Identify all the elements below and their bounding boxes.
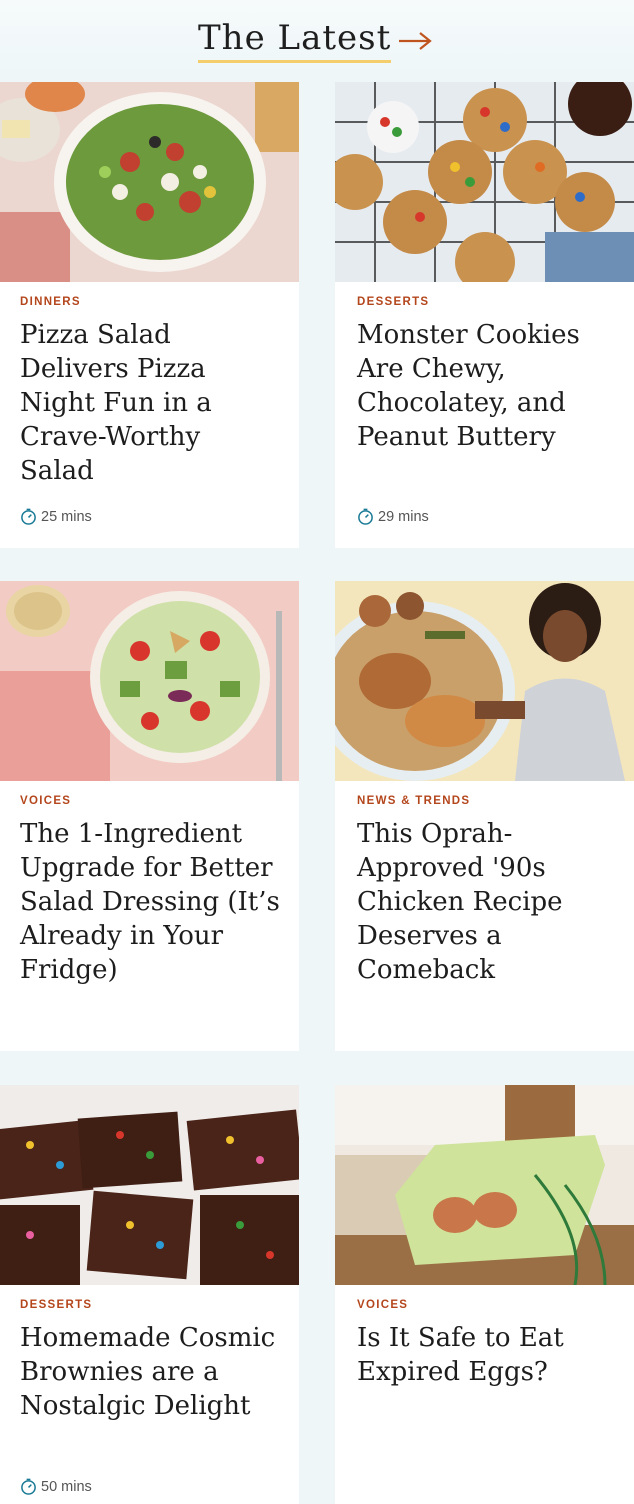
- cosmic-brownies-photo[interactable]: [0, 1085, 299, 1285]
- card-title[interactable]: The 1-Ingredient Upgrade for Better Sala…: [20, 817, 280, 987]
- cook-time: 29 mins: [357, 508, 429, 525]
- timer-icon: [21, 508, 36, 525]
- cook-time: 25 mins: [20, 508, 92, 525]
- article-card[interactable]: DINNERS Pizza Salad Delivers Pizza Night…: [0, 82, 299, 548]
- timer-icon: [21, 1478, 36, 1495]
- article-card[interactable]: DESSERTS Homemade Cosmic Brownies are a …: [0, 1085, 299, 1504]
- eggs-carton-photo[interactable]: [335, 1085, 634, 1285]
- article-card[interactable]: VOICES The 1-Ingredient Upgrade for Bett…: [0, 581, 299, 1051]
- cook-time-label: 29 mins: [378, 508, 429, 525]
- card-title[interactable]: Homemade Cosmic Brownies are a Nostalgic…: [20, 1321, 280, 1423]
- arrow-right-icon: [399, 31, 433, 50]
- card-category[interactable]: VOICES: [357, 1299, 408, 1311]
- card-title[interactable]: Is It Safe to Eat Expired Eggs?: [357, 1321, 617, 1389]
- cook-time: 50 mins: [20, 1478, 92, 1495]
- card-title[interactable]: This Oprah-Approved '90s Chicken Recipe …: [357, 817, 617, 987]
- card-category[interactable]: DESSERTS: [20, 1299, 92, 1311]
- article-card[interactable]: NEWS & TRENDS This Oprah-Approved '90s C…: [335, 581, 634, 1051]
- latest-page: The Latest DINNERS Pizza Salad Delivers …: [0, 0, 634, 1504]
- card-category[interactable]: NEWS & TRENDS: [357, 795, 470, 807]
- article-card[interactable]: DESSERTS Monster Cookies Are Chewy, Choc…: [335, 82, 634, 548]
- cook-time-label: 25 mins: [41, 508, 92, 525]
- monster-cookies-photo[interactable]: [335, 82, 634, 282]
- card-category[interactable]: DINNERS: [20, 296, 81, 308]
- card-category[interactable]: VOICES: [20, 795, 71, 807]
- section-header: The Latest: [0, 0, 634, 82]
- section-title: The Latest: [198, 18, 392, 63]
- card-category[interactable]: DESSERTS: [357, 296, 429, 308]
- cook-time-label: 50 mins: [41, 1478, 92, 1495]
- card-title[interactable]: Pizza Salad Delivers Pizza Night Fun in …: [20, 318, 280, 488]
- the-latest-link[interactable]: The Latest: [198, 18, 433, 63]
- card-title[interactable]: Monster Cookies Are Chewy, Chocolatey, a…: [357, 318, 617, 454]
- article-card[interactable]: VOICES Is It Safe to Eat Expired Eggs?: [335, 1085, 634, 1504]
- oprah-chicken-photo[interactable]: [335, 581, 634, 781]
- pizza-salad-photo[interactable]: [0, 82, 299, 282]
- salad-dressing-photo[interactable]: [0, 581, 299, 781]
- timer-icon: [358, 508, 373, 525]
